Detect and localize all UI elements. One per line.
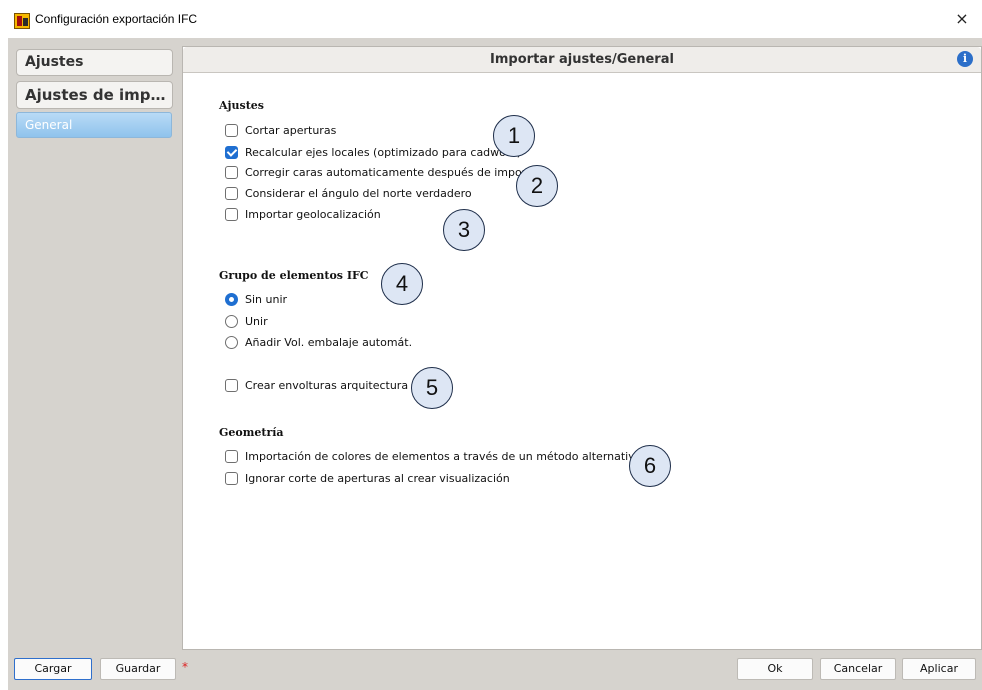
save-button[interactable]: Guardar — [100, 658, 176, 680]
callout-6: 6 — [629, 445, 671, 487]
checkbox-label: Ignorar corte de aperturas al crear visu… — [245, 471, 510, 485]
sidebar-item-ajustes-import[interactable]: Ajustes de import... — [16, 81, 173, 109]
section-title-ajustes: Ajustes — [219, 99, 264, 112]
cancel-button[interactable]: Cancelar — [820, 658, 896, 680]
checkbox-box[interactable] — [225, 165, 238, 179]
apply-button[interactable]: Aplicar — [902, 658, 976, 680]
radio-button[interactable] — [225, 335, 238, 349]
sidebar: Ajustes Ajustes de import... General — [16, 46, 182, 650]
checkbox-box[interactable] — [225, 186, 238, 200]
checkbox-corregir-caras[interactable]: Corregir caras automaticamente después d… — [225, 164, 542, 180]
radio-label: Unir — [245, 314, 268, 328]
callout-3: 3 — [443, 209, 485, 251]
radio-anadir-vol-embalaje[interactable]: Añadir Vol. embalaje automát. — [225, 334, 412, 350]
sidebar-item-ajustes[interactable]: Ajustes — [16, 49, 173, 76]
radio-button[interactable] — [225, 314, 238, 328]
callout-5: 5 — [411, 367, 453, 409]
checkbox-ignorar-corte[interactable]: Ignorar corte de aperturas al crear visu… — [225, 470, 510, 486]
window-title: Configuración exportación IFC — [35, 12, 198, 26]
callout-4: 4 — [381, 263, 423, 305]
checkbox-box-checked[interactable] — [225, 145, 238, 159]
sidebar-item-general[interactable]: General — [16, 112, 172, 138]
checkbox-box[interactable] — [225, 123, 238, 137]
checkbox-label: Recalcular ejes locales (optimizado para… — [245, 145, 522, 159]
radio-button-selected[interactable] — [225, 292, 238, 306]
checkbox-label: Cortar aperturas — [245, 123, 337, 137]
checkbox-label: Considerar el ángulo del norte verdadero — [245, 186, 472, 200]
panel-header: Importar ajustes/General i — [183, 47, 981, 73]
modified-indicator: * — [182, 660, 188, 674]
checkbox-crear-envolturas[interactable]: Crear envolturas arquitectura — [225, 377, 408, 393]
load-button[interactable]: Cargar — [14, 658, 92, 680]
radio-label: Sin unir — [245, 292, 288, 306]
ok-button[interactable]: Ok — [737, 658, 813, 680]
checkbox-cortar-aperturas[interactable]: Cortar aperturas — [225, 122, 336, 138]
dialog-frame: Ajustes Ajustes de import... General Imp… — [8, 38, 982, 690]
checkbox-label: Corregir caras automaticamente después d… — [245, 165, 542, 179]
checkbox-box[interactable] — [225, 471, 238, 485]
checkbox-recalcular-ejes[interactable]: Recalcular ejes locales (optimizado para… — [225, 144, 521, 160]
checkbox-norte-verdadero[interactable]: Considerar el ángulo del norte verdadero — [225, 185, 472, 201]
checkbox-box[interactable] — [225, 207, 238, 221]
checkbox-label: Importar geolocalización — [245, 207, 381, 221]
section-title-geometria: Geometría — [219, 426, 284, 439]
callout-1: 1 — [493, 115, 535, 157]
panel-title: Importar ajustes/General — [490, 52, 674, 67]
radio-sin-unir[interactable]: Sin unir — [225, 291, 287, 307]
radio-unir[interactable]: Unir — [225, 313, 268, 329]
app-logo-icon — [14, 13, 30, 29]
checkbox-box[interactable] — [225, 378, 238, 392]
checkbox-label: Crear envolturas arquitectura — [245, 378, 409, 392]
main-panel: Importar ajustes/General i Ajustes Corta… — [182, 46, 982, 650]
info-icon[interactable]: i — [957, 51, 973, 67]
checkbox-box[interactable] — [225, 449, 238, 463]
callout-2: 2 — [516, 165, 558, 207]
checkbox-label: Importación de colores de elementos a tr… — [245, 449, 642, 463]
radio-label: Añadir Vol. embalaje automát. — [245, 335, 413, 349]
checkbox-geolocalizacion[interactable]: Importar geolocalización — [225, 206, 381, 222]
close-icon[interactable]: × — [952, 9, 972, 29]
checkbox-importacion-colores[interactable]: Importación de colores de elementos a tr… — [225, 448, 641, 464]
title-bar: Configuración exportación IFC × — [0, 0, 982, 38]
section-title-grupo: Grupo de elementos IFC — [219, 269, 369, 282]
